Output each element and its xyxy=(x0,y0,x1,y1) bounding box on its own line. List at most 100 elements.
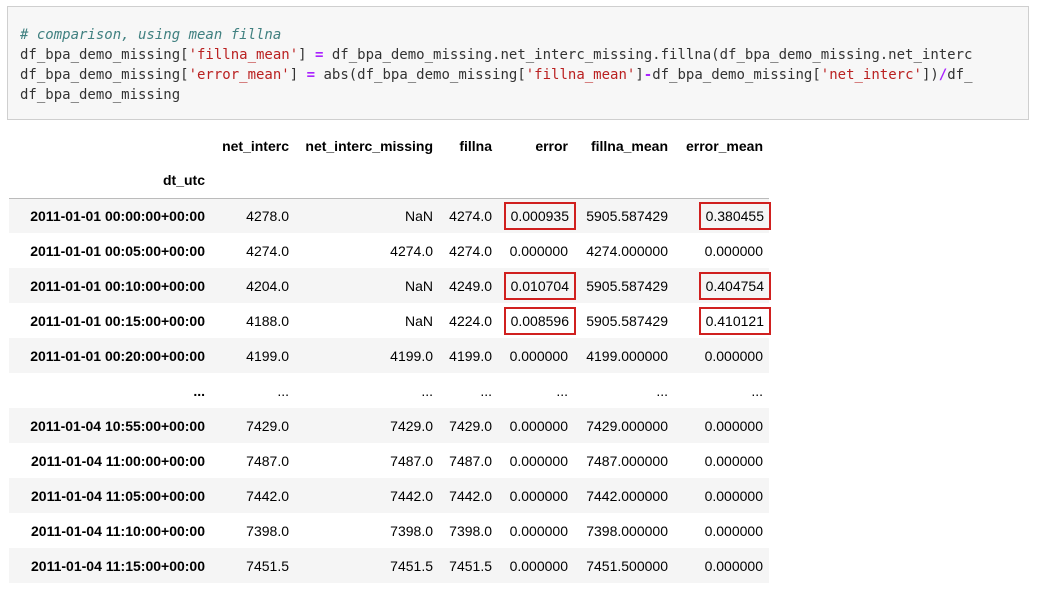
table-cell-net-interc-missing: NaN xyxy=(404,277,433,294)
table-cell-error: 0.000000 xyxy=(509,452,568,469)
table-cell-fillna-mean: 7442.000000 xyxy=(586,487,668,504)
table-cell-net-interc: 7442.0 xyxy=(246,487,289,504)
table-cell-fillna: 7429.0 xyxy=(449,417,492,434)
table-cell-error-mean: 0.410121 xyxy=(674,303,772,338)
table-cell-fillna-mean: 4199.000000 xyxy=(586,347,668,364)
table-cell-error-mean: 0.000000 xyxy=(704,487,763,504)
table-cell-net-interc: 7398.0 xyxy=(246,522,289,539)
table-row: 2011-01-01 00:15:00+00:00 4188.0 NaN 4224.0… xyxy=(9,303,772,338)
table-cell-error: 0.000000 xyxy=(509,522,568,539)
row-index-label: 2011-01-04 11:05:00+00:00 xyxy=(31,487,205,504)
table-cell-fillna: 4199.0 xyxy=(449,347,492,364)
table-cell-net-interc-missing: NaN xyxy=(404,207,433,224)
table-cell-net-interc: 4199.0 xyxy=(246,347,289,364)
table-cell-error: 0.000000 xyxy=(509,487,568,504)
table-cell-error-mean: ... xyxy=(751,382,763,399)
table-row: 2011-01-04 11:00:00+00:00 7487.0 7487.0 748… xyxy=(9,443,769,478)
table-cell-fillna: 4249.0 xyxy=(449,277,492,294)
col-header-error: error xyxy=(535,137,568,154)
table-cell-fillna-mean: 7451.500000 xyxy=(586,557,668,574)
col-header-net-interc-missing: net_interc_missing xyxy=(305,137,433,154)
code-cell-input[interactable]: # comparison, using mean fillna df_bpa_d… xyxy=(7,6,1029,120)
table-cell-error: 0.000000 xyxy=(509,417,568,434)
highlight-box: 0.010704 xyxy=(503,271,577,300)
table-cell-error: 0.008596 xyxy=(498,303,577,338)
table-cell-fillna: 4274.0 xyxy=(449,242,492,259)
table-cell-fillna-mean: 7487.000000 xyxy=(586,452,668,469)
table-cell-net-interc: 4204.0 xyxy=(246,277,289,294)
code-line-3: df_bpa_demo_missing['error_mean'] = abs(… xyxy=(20,67,973,83)
table-cell-error-mean: 0.000000 xyxy=(704,522,763,539)
dataframe-output: net_interc net_interc_missing fillna err… xyxy=(9,128,772,583)
row-index-label: 2011-01-04 11:00:00+00:00 xyxy=(31,452,205,469)
table-cell-error-mean: 0.000000 xyxy=(704,417,763,434)
col-header-error-mean: error_mean xyxy=(685,137,763,154)
index-header-blank xyxy=(9,128,211,163)
table-cell-net-interc-missing: 4199.0 xyxy=(390,347,433,364)
table-cell-net-interc: 7451.5 xyxy=(246,557,289,574)
table-cell-net-interc-missing: ... xyxy=(421,382,433,399)
table-row: 2011-01-01 00:00:00+00:00 4278.0 NaN 4274.0… xyxy=(9,198,772,233)
table-cell-error: 0.000935 xyxy=(498,198,577,233)
row-index-label: 2011-01-01 00:05:00+00:00 xyxy=(30,242,205,259)
table-cell-fillna-mean: 5905.587429 xyxy=(586,207,668,224)
col-header-fillna: fillna xyxy=(459,137,492,154)
code-comment: # comparison, using mean fillna xyxy=(20,27,282,43)
table-cell-net-interc: 7487.0 xyxy=(246,452,289,469)
table-cell-error: ... xyxy=(556,382,568,399)
table-row: ..................... xyxy=(9,373,769,408)
table-cell-fillna: 4224.0 xyxy=(449,312,492,329)
table-cell-fillna: 7451.5 xyxy=(449,557,492,574)
col-header-net-interc: net_interc xyxy=(222,137,289,154)
table-row: 2011-01-04 11:05:00+00:00 7442.0 7442.0 744… xyxy=(9,478,769,513)
table-cell-net-interc-missing: NaN xyxy=(404,312,433,329)
highlight-box: 0.404754 xyxy=(698,271,772,300)
table-cell-error-mean: 0.404754 xyxy=(674,268,772,303)
table-cell-fillna: 7398.0 xyxy=(449,522,492,539)
table-row: 2011-01-01 00:20:00+00:00 4199.0 4199.0 419… xyxy=(9,338,769,373)
row-index-label: 2011-01-01 00:10:00+00:00 xyxy=(30,277,205,294)
column-header-row: net_interc net_interc_missing fillna err… xyxy=(9,128,769,163)
table-cell-error: 0.000000 xyxy=(509,557,568,574)
table-cell-fillna-mean: 4274.000000 xyxy=(586,242,668,259)
table-cell-net-interc-missing: 7398.0 xyxy=(390,522,433,539)
table-cell-error: 0.000000 xyxy=(509,347,568,364)
code-line-4: df_bpa_demo_missing xyxy=(20,87,181,103)
table-row: 2011-01-04 11:15:00+00:00 7451.5 7451.5 745… xyxy=(9,548,769,583)
table-cell-fillna-mean: ... xyxy=(656,382,668,399)
row-index-label: 2011-01-04 10:55:00+00:00 xyxy=(30,417,205,434)
index-name: dt_utc xyxy=(9,163,211,199)
table-cell-net-interc: 4188.0 xyxy=(246,312,289,329)
index-name-row: dt_utc xyxy=(9,163,769,199)
row-index-label: 2011-01-01 00:20:00+00:00 xyxy=(30,347,205,364)
table-cell-fillna: ... xyxy=(480,382,492,399)
table-cell-fillna-mean: 5905.587429 xyxy=(586,312,668,329)
row-index-label: 2011-01-01 00:00:00+00:00 xyxy=(30,207,205,224)
col-header-fillna-mean: fillna_mean xyxy=(590,137,668,154)
row-index-label: 2011-01-04 11:15:00+00:00 xyxy=(31,557,205,574)
highlight-box: 0.380455 xyxy=(698,201,772,230)
row-index-label: 2011-01-04 11:10:00+00:00 xyxy=(31,522,205,539)
code-editor[interactable]: # comparison, using mean fillna df_bpa_d… xyxy=(20,25,973,105)
table-cell-net-interc-missing: 7429.0 xyxy=(390,417,433,434)
table-cell-error-mean: 0.000000 xyxy=(704,347,763,364)
highlight-box: 0.000935 xyxy=(503,201,577,230)
table-cell-net-interc: ... xyxy=(277,382,289,399)
table-cell-error: 0.010704 xyxy=(498,268,577,303)
table-cell-fillna-mean: 5905.587429 xyxy=(586,277,668,294)
table-cell-net-interc: 4274.0 xyxy=(246,242,289,259)
table-cell-net-interc-missing: 7451.5 xyxy=(390,557,433,574)
table-cell-fillna: 7442.0 xyxy=(449,487,492,504)
table-cell-fillna-mean: 7429.000000 xyxy=(586,417,668,434)
row-index-label: ... xyxy=(193,382,205,399)
table-cell-error: 0.000000 xyxy=(509,242,568,259)
table-cell-net-interc-missing: 7487.0 xyxy=(390,452,433,469)
table-cell-error-mean: 0.000000 xyxy=(704,557,763,574)
table-cell-net-interc-missing: 4274.0 xyxy=(390,242,433,259)
table-row: 2011-01-01 00:10:00+00:00 4204.0 NaN 4249.0… xyxy=(9,268,772,303)
code-line-2: df_bpa_demo_missing['fillna_mean'] = df_… xyxy=(20,47,973,63)
table-row: 2011-01-04 10:55:00+00:00 7429.0 7429.0 742… xyxy=(9,408,769,443)
table-cell-net-interc-missing: 7442.0 xyxy=(390,487,433,504)
table-cell-fillna: 7487.0 xyxy=(449,452,492,469)
table-cell-net-interc: 7429.0 xyxy=(246,417,289,434)
